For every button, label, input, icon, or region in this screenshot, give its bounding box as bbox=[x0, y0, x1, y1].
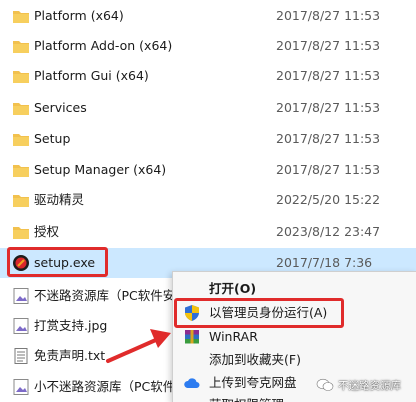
menu-item-label: 添加到收藏夹(F) bbox=[209, 352, 301, 367]
file-name: Setup Manager (x64) bbox=[34, 162, 167, 177]
image-file-icon bbox=[13, 318, 29, 334]
image-file-icon bbox=[13, 379, 29, 395]
menu-item-label: 打开(O) bbox=[209, 281, 257, 296]
cloud-upload-icon bbox=[184, 378, 200, 388]
file-name: Platform Add-on (x64) bbox=[34, 38, 173, 53]
file-name: 不迷路资源库（PC软件安装 bbox=[34, 288, 188, 303]
folder-icon bbox=[13, 11, 29, 23]
file-date: 2017/8/27 11:53 bbox=[276, 68, 381, 83]
file-name: 驱动精灵 bbox=[34, 192, 85, 207]
file-row-platform-gui-x64[interactable]: Platform Gui (x64) 2017/8/27 11:53 bbox=[0, 61, 416, 91]
folder-icon bbox=[13, 227, 29, 239]
folder-icon bbox=[13, 165, 29, 177]
text-file-icon bbox=[14, 348, 28, 364]
file-name: 免责声明.txt bbox=[34, 348, 106, 363]
winrar-icon bbox=[185, 330, 199, 344]
file-row-qudong-jingling[interactable]: 驱动精灵 2022/5/20 15:22 bbox=[0, 185, 416, 215]
file-row-services[interactable]: Services 2017/8/27 11:53 bbox=[0, 93, 416, 123]
file-date: 2017/8/27 11:53 bbox=[276, 38, 381, 53]
uac-shield-icon bbox=[185, 305, 199, 321]
file-row-setup[interactable]: Setup 2017/8/27 11:53 bbox=[0, 124, 416, 154]
folder-icon bbox=[13, 195, 29, 207]
file-date: 2017/8/27 11:53 bbox=[276, 100, 381, 115]
image-file-icon bbox=[13, 288, 29, 304]
folder-icon bbox=[13, 134, 29, 146]
file-date: 2017/8/27 11:53 bbox=[276, 131, 381, 146]
file-name: 打赏支持.jpg bbox=[34, 318, 108, 333]
file-name: Platform (x64) bbox=[34, 8, 124, 23]
file-name: setup.exe bbox=[34, 255, 96, 270]
installer-icon bbox=[13, 255, 29, 271]
file-date: 2017/8/27 11:53 bbox=[276, 162, 381, 177]
folder-icon bbox=[13, 41, 29, 53]
file-name: Platform Gui (x64) bbox=[34, 68, 149, 83]
file-row-setup-manager-x64[interactable]: Setup Manager (x64) 2017/8/27 11:53 bbox=[0, 155, 416, 185]
file-date: 2022/5/20 15:22 bbox=[276, 192, 381, 207]
file-row-platform-x64[interactable]: Platform (x64) 2017/8/27 11:53 bbox=[0, 1, 416, 31]
menu-item-label: 上传到夸克网盘 bbox=[209, 375, 297, 390]
file-name: 小不迷路资源库（PC软件安 bbox=[34, 379, 188, 394]
watermark-text: 不迷路资源库 bbox=[338, 379, 401, 392]
menu-item-open[interactable]: 打开(O) bbox=[173, 277, 416, 301]
file-row-shouquan[interactable]: 授权 2023/8/12 23:47 bbox=[0, 217, 416, 247]
menu-item-label: WinRAR bbox=[209, 329, 258, 344]
file-row-platform-addon-x64[interactable]: Platform Add-on (x64) 2017/8/27 11:53 bbox=[0, 31, 416, 61]
menu-item-add-favorites[interactable]: 添加到收藏夹(F) bbox=[173, 348, 416, 372]
wechat-icon bbox=[316, 378, 334, 391]
menu-item-winrar[interactable]: WinRAR bbox=[173, 325, 416, 349]
file-date: 2017/8/27 11:53 bbox=[276, 8, 381, 23]
folder-icon bbox=[13, 103, 29, 115]
menu-item-label: 以管理员身份运行(A) bbox=[209, 305, 328, 320]
watermark: 不迷路资源库 bbox=[316, 376, 414, 394]
file-date: 2023/8/12 23:47 bbox=[276, 224, 381, 239]
file-name: 授权 bbox=[34, 224, 60, 239]
folder-icon bbox=[13, 71, 29, 83]
menu-item-run-as-admin[interactable]: 以管理员身份运行(A) bbox=[173, 301, 416, 325]
file-name: Setup bbox=[34, 131, 71, 146]
file-name: Services bbox=[34, 100, 87, 115]
